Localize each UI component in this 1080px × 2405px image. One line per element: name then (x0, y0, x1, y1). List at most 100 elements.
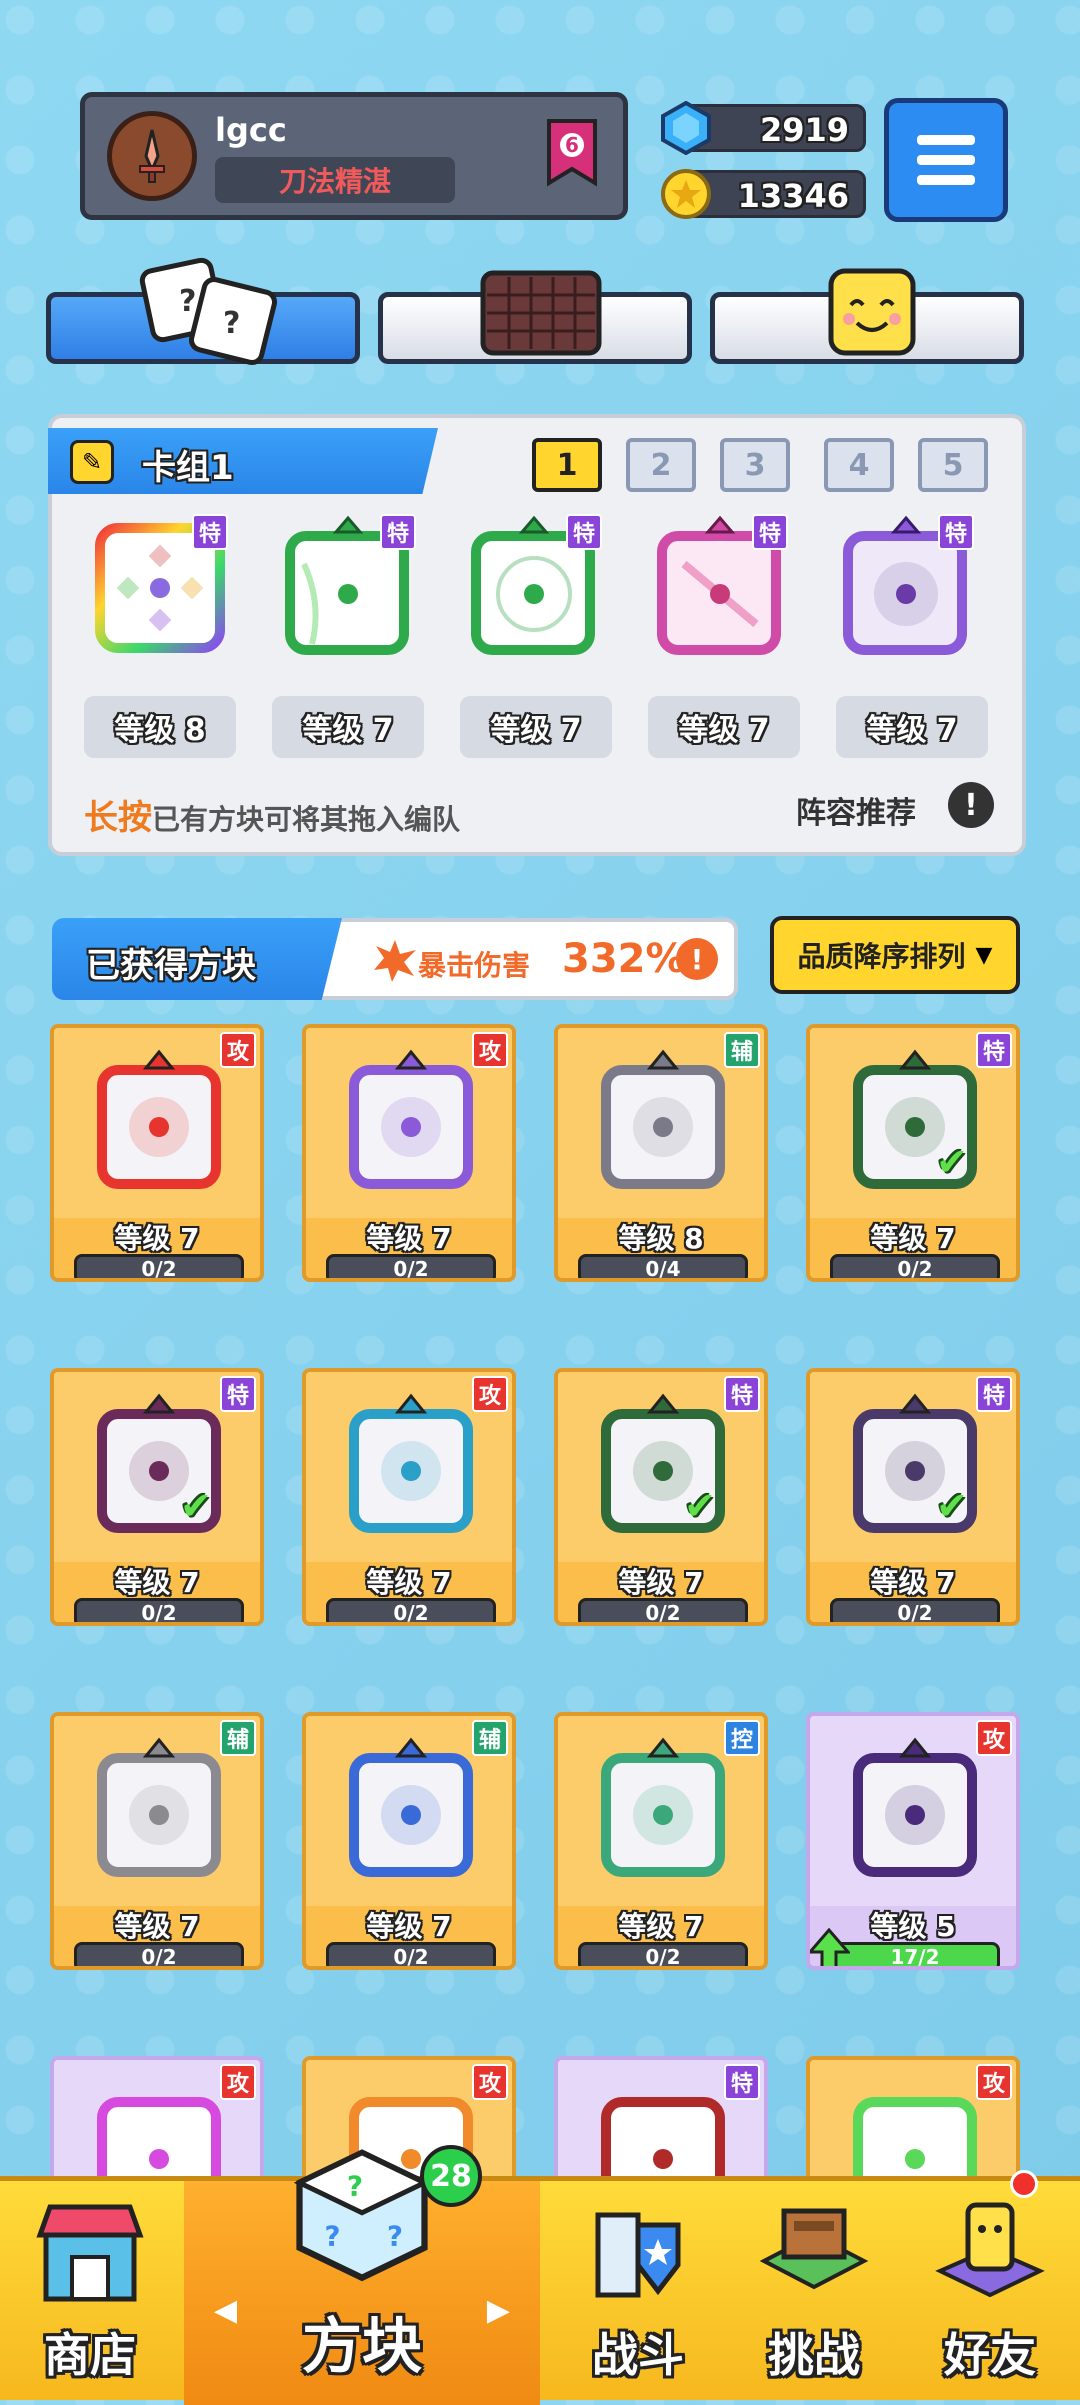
card-progress: 0/2 (74, 1598, 244, 1622)
nav-challenge[interactable]: 挑战 (724, 2181, 904, 2405)
dice-card[interactable]: 控等级 7 0/2 (554, 1712, 768, 1970)
profile-panel[interactable]: lgcc 刀法精湛 6 (80, 92, 628, 220)
battle-icon (595, 2212, 681, 2298)
tab-emote[interactable] (710, 268, 1024, 364)
owned-title: 已获得方块 (86, 946, 256, 986)
info-icon[interactable]: ! (948, 782, 994, 828)
dice-icon (349, 1049, 473, 1189)
dice-card[interactable]: 攻等级 5 17/2 (806, 1712, 1020, 1970)
card-progress: 0/2 (830, 1598, 1000, 1622)
check-icon: ✔ (180, 1484, 212, 1528)
type-tag: 攻 (472, 1376, 508, 1412)
card-progress: 0/2 (74, 1942, 244, 1966)
dice-card[interactable]: 特 ✔ 等级 7 0/2 (50, 1368, 264, 1626)
type-tag: 特 (724, 1376, 760, 1412)
dice-card[interactable]: 辅等级 7 0/2 (50, 1712, 264, 1970)
player-title: 刀法精湛 (278, 165, 391, 198)
rank-badge: 6 (547, 119, 597, 187)
card-level: 等级 7 (114, 1910, 200, 1943)
slot-level: 等级 7 (272, 696, 424, 758)
type-tag: 特 (192, 514, 228, 550)
svg-text:?: ? (223, 306, 240, 341)
deck-panel: ✎ 卡组1 1 2 3 4 5 特 特 特 特 特 等级 8 等级 7 等级 7… (48, 414, 1026, 856)
type-tag: 攻 (976, 2064, 1012, 2100)
nav-shop-label: 商店 (44, 2328, 136, 2382)
coin-value: 13346 (737, 177, 849, 215)
triangle-down-icon: ▼ (975, 942, 993, 968)
slot-level: 等级 7 (648, 696, 800, 758)
dice-card[interactable]: 特 ✔ 等级 7 0/2 (806, 1024, 1020, 1282)
dice-icon (349, 1737, 473, 1877)
dice-card[interactable]: 攻等级 7 0/2 (302, 1368, 516, 1626)
burst-icon (374, 940, 416, 982)
type-tag: 攻 (472, 2064, 508, 2100)
type-tag: 攻 (976, 1720, 1012, 1756)
gem-value: 2919 (759, 111, 849, 149)
deck-number-4[interactable]: 4 (824, 438, 894, 492)
card-progress: 0/2 (578, 1942, 748, 1966)
nav-blocks[interactable]: ◀ ? ? ? 方块 ▶ 28 (184, 2145, 540, 2405)
card-progress: 17/2 (830, 1942, 1000, 1966)
notification-dot (1010, 2170, 1038, 2198)
deck-number-2[interactable]: 2 (626, 438, 696, 492)
type-tag: 特 (938, 514, 974, 550)
dice-card[interactable]: 辅等级 8 0/4 (554, 1024, 768, 1282)
dice-card[interactable]: 特 ✔ 等级 7 0/2 (554, 1368, 768, 1626)
tab-grid[interactable] (378, 270, 692, 364)
deck-number-3[interactable]: 3 (720, 438, 790, 492)
type-tag: 辅 (220, 1720, 256, 1756)
deck-slot[interactable]: 特 (458, 514, 606, 662)
type-tag: 辅 (724, 1032, 760, 1068)
nav-shop[interactable]: 商店 (0, 2181, 180, 2405)
deck-number-5[interactable]: 5 (918, 438, 988, 492)
svg-text:?: ? (179, 284, 196, 319)
card-level: 等级 7 (114, 1566, 200, 1599)
sort-label: 品质降序排列 (797, 940, 966, 973)
player-title-box: 刀法精湛 (215, 157, 455, 203)
check-icon: ✔ (936, 1140, 968, 1184)
nav-friends[interactable]: 好友 (900, 2181, 1080, 2405)
dice-icon (97, 1737, 221, 1877)
dice-icon (601, 1049, 725, 1189)
block-count-badge: 28 (420, 2145, 482, 2207)
dice-card[interactable]: 特 ✔ 等级 7 0/2 (806, 1368, 1020, 1626)
recommend-label[interactable]: 阵容推荐 (796, 788, 916, 832)
svg-text:?: ? (347, 2170, 363, 2202)
avatar[interactable] (107, 111, 197, 201)
type-tag: 特 (752, 514, 788, 550)
left-arrow-icon[interactable]: ◀ (214, 2293, 237, 2328)
coin-counter[interactable]: 13346 (661, 169, 866, 219)
card-level: 等级 7 (366, 1910, 452, 1943)
nav-battle-label: 战斗 (592, 2328, 684, 2382)
dice-icon (349, 1393, 473, 1533)
tab-dice[interactable]: ? ? (46, 257, 360, 366)
menu-icon (917, 135, 975, 145)
deck-slot[interactable]: 特 (86, 514, 234, 662)
type-tag: 特 (220, 1376, 256, 1412)
nav-battle[interactable]: 战斗 (548, 2181, 728, 2405)
dice-card[interactable]: 攻等级 7 0/2 (50, 1024, 264, 1282)
crit-label: 暴击伤害 (418, 949, 531, 982)
gem-icon (661, 101, 711, 155)
sort-button[interactable]: 品质降序排列 ▼ (770, 916, 1020, 994)
dice-icon (601, 1737, 725, 1877)
deck-slot[interactable]: 特 (644, 514, 792, 662)
menu-button[interactable] (884, 98, 1008, 222)
gem-counter[interactable]: 2919 (661, 101, 866, 155)
dice-card[interactable]: 辅等级 7 0/2 (302, 1712, 516, 1970)
type-tag: 攻 (472, 1032, 508, 1068)
deck-slot[interactable]: 特 (830, 514, 978, 662)
pencil-icon[interactable]: ✎ (70, 440, 114, 484)
hint-text: 已有方块可将其拖入编队 (152, 803, 461, 836)
upgrade-arrow-icon[interactable] (808, 1928, 850, 1970)
right-arrow-icon[interactable]: ▶ (487, 2293, 510, 2328)
dice-icon (97, 1049, 221, 1189)
nav-friends-label: 好友 (944, 2328, 1036, 2382)
card-progress: 0/2 (578, 1598, 748, 1622)
type-tag: 特 (566, 514, 602, 550)
dice-card[interactable]: 攻等级 7 0/2 (302, 1024, 516, 1282)
deck-slot[interactable]: 特 (272, 514, 420, 662)
deck-number-1[interactable]: 1 (532, 438, 602, 492)
info-icon[interactable]: ! (676, 938, 718, 980)
card-progress: 0/2 (830, 1254, 1000, 1278)
